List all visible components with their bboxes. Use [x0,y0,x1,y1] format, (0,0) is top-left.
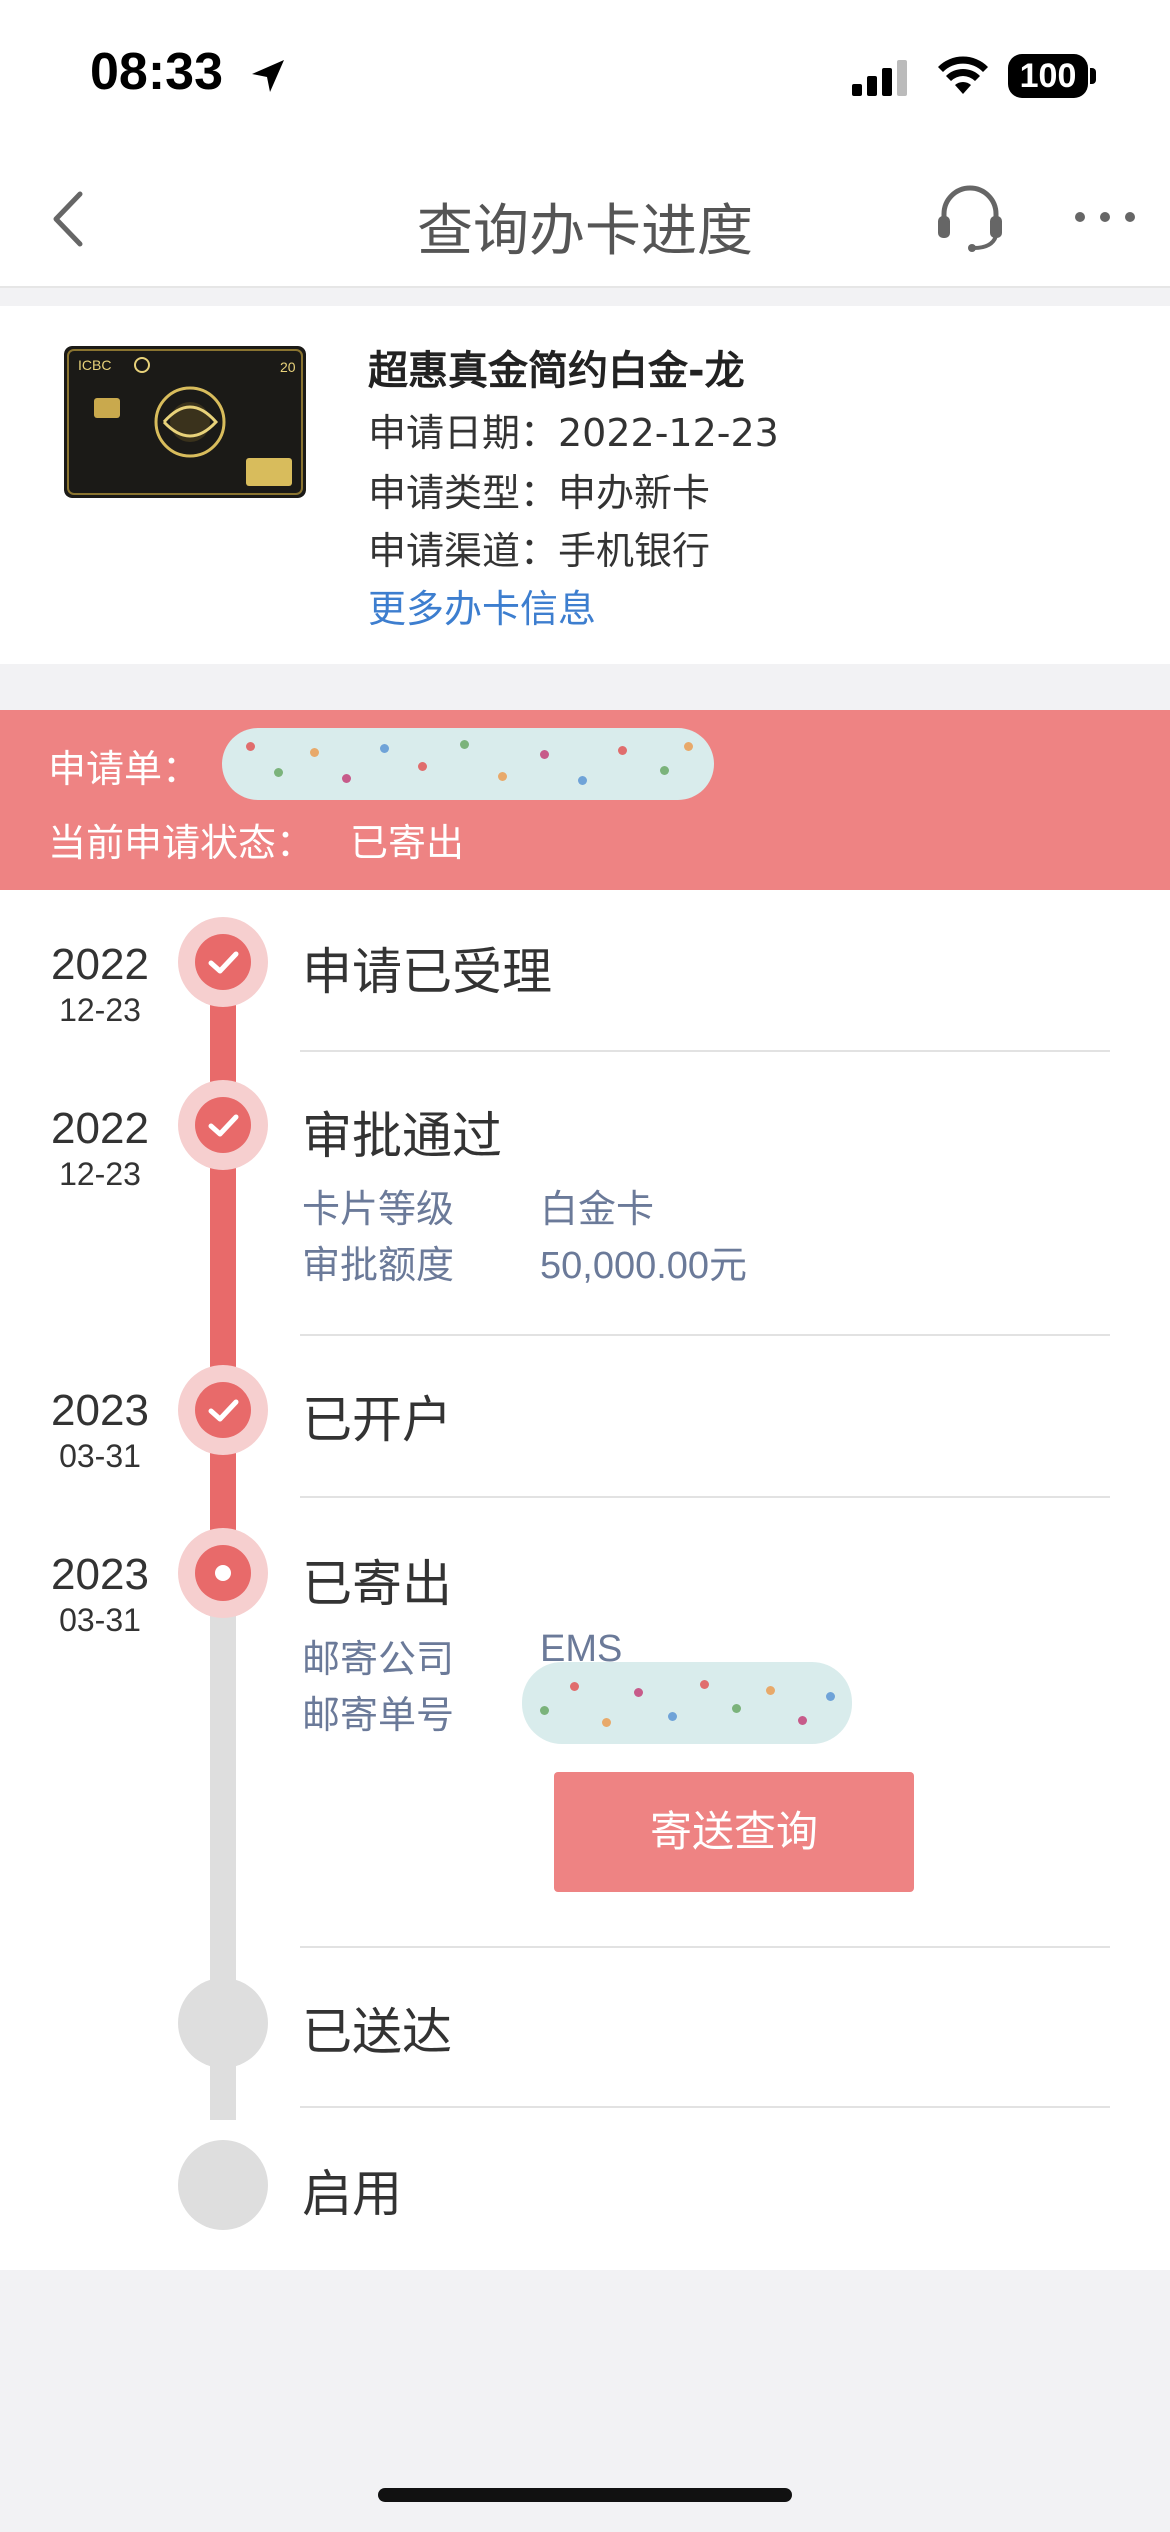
wifi-icon [938,56,988,94]
step-divider [300,1050,1110,1052]
step-divider [300,1496,1110,1498]
apply-channel: 申请渠道：手机银行 [368,529,711,573]
nav-bar: 查询办卡进度 [0,150,1170,288]
card-product-name: 超惠真金简约白金-龙 [368,348,745,394]
home-indicator [378,2488,792,2502]
redacted-tracking-number [522,1662,852,1744]
step-title: 已寄出 [302,1555,452,1613]
svg-text:20: 20 [280,359,296,375]
step-day: 03-31 [59,1602,141,1638]
apply-date: 申请日期：2022-12-23 [368,411,779,455]
card-info-panel: ICBC 20 超惠真金简约白金-龙 申请日期：2022-12-23 申请类型：… [0,306,1170,664]
credit-limit-value: 50,000.00元 [540,1245,748,1287]
step-title: 审批通过 [302,1107,502,1165]
battery-indicator: 100 [1008,54,1088,98]
step-divider [300,1946,1110,1948]
step-day: 03-31 [59,1438,141,1474]
step-title: 申请已受理 [302,943,552,1001]
order-number-label: 申请单： [48,747,201,791]
battery-nub [1090,68,1096,84]
step-node-pending [178,1978,268,2068]
status-time: 08:33 [90,43,223,101]
step-title: 已开户 [302,1391,452,1449]
checkmark-icon [208,951,239,974]
step-year: 2022 [51,940,149,989]
step-title: 已送达 [302,2003,452,2061]
current-status-label: 当前申请状态： [48,821,315,865]
step-year: 2023 [51,1550,149,1599]
current-status-value: 已寄出 [350,821,465,865]
customer-service-headset-icon[interactable] [930,176,1010,256]
step-year: 2022 [51,1104,149,1153]
courier-company-label: 邮寄公司 [302,1637,455,1681]
redacted-order-number [222,728,714,800]
step-node-current [178,1528,268,1618]
credit-card-image: ICBC 20 [64,346,306,498]
more-card-info-link[interactable]: 更多办卡信息 [368,578,596,633]
card-level-label: 卡片等级 [302,1187,455,1231]
apply-type: 申请类型：申办新卡 [368,471,711,515]
more-options-icon[interactable] [1070,202,1140,232]
step-node-pending [178,2140,268,2230]
progress-timeline: 2022 12-23 申请已受理 2022 12-23 审批通过 卡片等级 白金… [0,890,1170,2270]
step-day: 12-23 [59,1156,141,1192]
step-divider [300,2106,1110,2108]
card-brand-text: ICBC [78,357,111,373]
step-day: 12-23 [59,992,141,1028]
track-shipment-button[interactable]: 寄送查询 [554,1772,914,1892]
credit-limit-label: 审批额度 [302,1243,455,1287]
step-node-done [178,1365,268,1455]
timeline-track-completed [210,960,236,1570]
location-arrow-icon [252,60,284,92]
cellular-signal-icon [852,60,907,96]
step-node-done [178,917,268,1007]
status-bar: 08:33 100 [0,0,1170,150]
step-divider [300,1334,1110,1336]
step-title: 启用 [302,2165,402,2223]
checkmark-icon [208,1114,239,1137]
step-year: 2023 [51,1386,149,1435]
current-dot-icon [215,1565,231,1581]
card-level-value: 白金卡 [540,1189,655,1231]
application-status-banner: 申请单： 当前申请状态： 已寄出 [0,710,1170,890]
checkmark-icon [208,1399,239,1422]
tracking-number-label: 邮寄单号 [302,1693,455,1737]
step-node-done [178,1080,268,1170]
